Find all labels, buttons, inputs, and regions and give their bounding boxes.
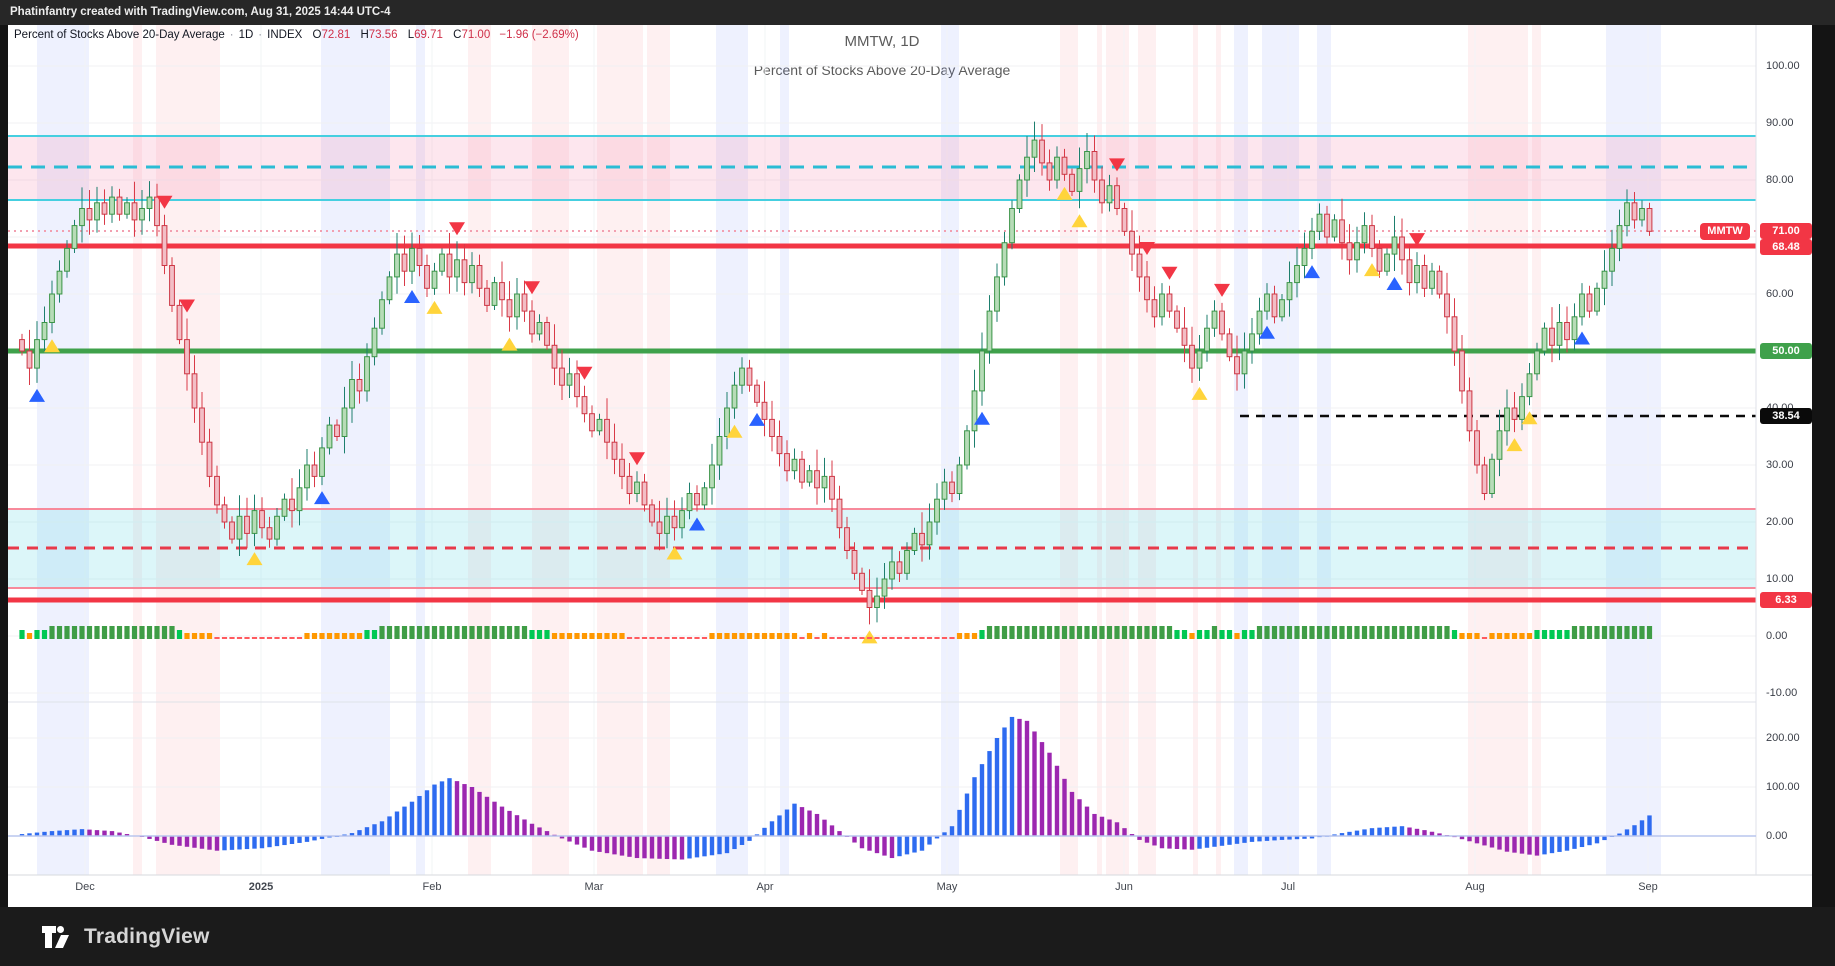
footer-bar: TradingView xyxy=(0,907,1835,966)
time-axis-label-Jun: Jun xyxy=(1115,881,1133,893)
price-axis-label: 0.00 xyxy=(1766,830,1788,842)
price-badge-71.00: 71.00 xyxy=(1760,223,1812,239)
yellow-up-triangle-icon xyxy=(501,337,518,351)
price-badge-68.48: 68.48 xyxy=(1760,239,1812,255)
price-badge-6.33: 6.33 xyxy=(1760,592,1812,608)
high-value: 73.56 xyxy=(368,29,398,41)
time-axis-label-Feb: Feb xyxy=(422,881,442,893)
breadth-strip xyxy=(19,626,1653,639)
price-axis-label: 90.00 xyxy=(1766,117,1794,129)
tradingview-logo-text[interactable]: TradingView xyxy=(84,925,210,949)
symbol-price-pill: MMTW xyxy=(1700,222,1750,240)
red-down-triangle-icon xyxy=(1161,266,1178,280)
attribution-text: Phatinfantry created with TradingView.co… xyxy=(10,6,391,18)
price-axis-label: 200.00 xyxy=(1766,732,1800,744)
legend-interval: 1D xyxy=(238,29,254,41)
price-axis-label: 10.00 xyxy=(1766,573,1794,585)
price-badge-50.00: 50.00 xyxy=(1760,343,1812,359)
price-axis-label: 80.00 xyxy=(1766,174,1794,186)
low-value: 69.71 xyxy=(414,29,443,41)
time-axis-label-May: May xyxy=(936,881,958,893)
legend-separator: · xyxy=(229,29,234,41)
chart-area[interactable]: Percent of Stocks Above 20-Day Average · 1… xyxy=(8,25,1812,907)
attribution-bar: Phatinfantry created with TradingView.co… xyxy=(0,0,1835,25)
legend-separator2: · xyxy=(258,29,263,41)
price-chart-canvas[interactable] xyxy=(8,25,1812,907)
legend-type: INDEX xyxy=(267,29,303,41)
change-value: −1.96 (−2.69%) xyxy=(499,29,579,41)
time-axis-label-Apr: Apr xyxy=(756,881,774,893)
yellow-up-triangle-icon xyxy=(426,300,443,314)
price-axis-label: 20.00 xyxy=(1766,516,1794,528)
time-axis-label-2025: 2025 xyxy=(248,881,274,893)
price-axis-label: 30.00 xyxy=(1766,459,1794,471)
red-down-triangle-icon xyxy=(449,222,465,236)
high-label: H xyxy=(360,29,369,41)
open-value: 72.81 xyxy=(321,29,351,41)
time-axis-label-Sep: Sep xyxy=(1638,881,1658,893)
time-axis-label-Aug: Aug xyxy=(1465,881,1485,893)
close-value: 71.00 xyxy=(461,29,491,41)
price-axis-label: 100.00 xyxy=(1766,60,1800,72)
time-axis-label-Jul: Jul xyxy=(1280,881,1296,893)
blue-up-triangle-icon xyxy=(1386,276,1403,290)
legend-title: Percent of Stocks Above 20-Day Average xyxy=(14,29,225,41)
price-axis-label: 0.00 xyxy=(1766,630,1788,642)
yellow-up-triangle-icon xyxy=(861,630,878,644)
price-axis-label: -10.00 xyxy=(1766,687,1798,699)
price-axis-label: 60.00 xyxy=(1766,288,1794,300)
symbol-legend[interactable]: Percent of Stocks Above 20-Day Average · 1… xyxy=(14,29,579,41)
price-badge-38.54: 38.54 xyxy=(1760,408,1812,424)
time-axis-label-Mar: Mar xyxy=(584,881,604,893)
time-axis-label-Dec: Dec xyxy=(75,881,95,893)
price-axis-label: 100.00 xyxy=(1766,781,1800,793)
tradingview-logo-icon[interactable] xyxy=(40,923,74,951)
tradingview-screenshot: Phatinfantry created with TradingView.co… xyxy=(0,0,1835,966)
